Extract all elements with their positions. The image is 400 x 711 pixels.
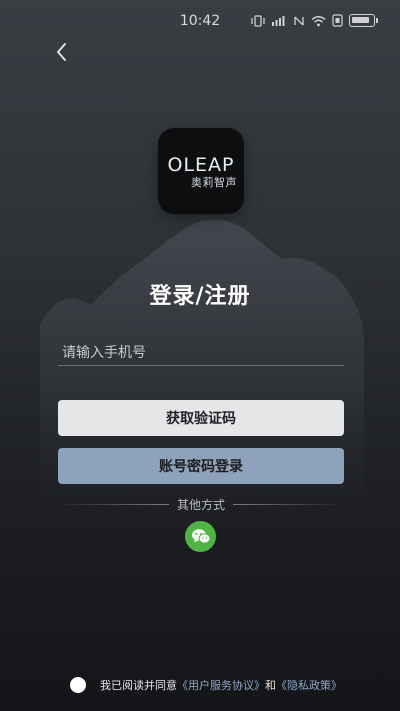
wechat-login-button[interactable]	[185, 521, 216, 552]
app-logo: OLEAP 奥莉智声	[158, 128, 244, 214]
other-methods-label: 其他方式	[177, 497, 226, 512]
battery-cap	[376, 18, 378, 23]
status-bar: 10:42	[0, 0, 400, 44]
agreement-prefix: 我已阅读并同意	[100, 679, 177, 692]
wifi-icon	[311, 15, 326, 26]
agreement-row: 我已阅读并同意 《用户服务协议》 和 《隐私政策》	[70, 676, 370, 694]
battery-icon	[349, 14, 375, 27]
page-title: 登录/注册	[149, 284, 251, 309]
agree-checkbox[interactable]	[70, 677, 86, 693]
password-login-button[interactable]: 账号密码登录	[58, 448, 344, 484]
vibrate-icon	[251, 14, 265, 27]
divider-line-right	[233, 503, 345, 505]
chevron-left-icon	[57, 43, 66, 61]
wechat-icon	[191, 529, 210, 544]
sim-icon	[332, 14, 343, 27]
back-button[interactable]	[50, 40, 74, 64]
get-code-button[interactable]: 获取验证码	[58, 400, 344, 436]
logo-subtitle: 奥莉智声	[191, 176, 237, 189]
divider-line-left	[58, 503, 169, 505]
phone-input[interactable]	[58, 340, 344, 366]
logo-wordmark: OLEAP	[167, 154, 235, 176]
signal-hd-icon	[272, 15, 285, 26]
agreement-conjunction: 和	[265, 679, 276, 692]
other-methods-divider: 其他方式	[58, 495, 345, 513]
terms-link[interactable]: 《用户服务协议》	[177, 677, 265, 693]
status-icons	[251, 14, 378, 27]
nfc-icon	[294, 16, 304, 25]
privacy-link[interactable]: 《隐私政策》	[276, 677, 342, 693]
